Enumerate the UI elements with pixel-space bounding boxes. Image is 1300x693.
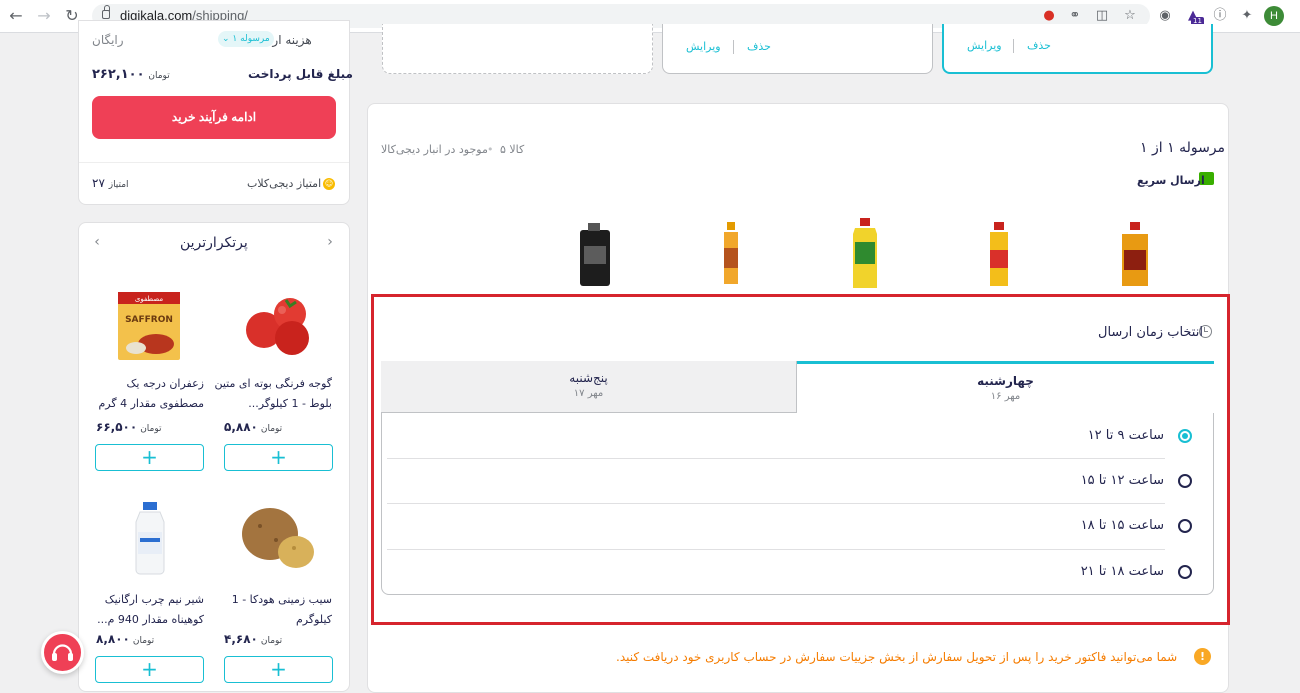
add-address-box[interactable] [382, 24, 653, 74]
tomato-image[interactable] [240, 292, 316, 358]
bookmark-star-icon[interactable]: ☆ [1121, 7, 1139, 25]
headset-icon [52, 644, 73, 661]
edit-address-link[interactable]: ویرایش [967, 39, 1002, 52]
plus-icon: + [141, 445, 158, 469]
product-price: تومان۵,۸۸۰ [224, 420, 283, 434]
frequent-products-title: پرتکرارترین [180, 235, 248, 251]
product-name[interactable]: زعفران درجه یک مصطفوی مقدار 4 گرم [84, 374, 204, 414]
support-chat-button[interactable] [41, 631, 84, 674]
link-divider [1013, 39, 1014, 53]
translate-icon[interactable]: ◫ [1093, 7, 1111, 25]
shipping-cost-value: رایگان [92, 33, 124, 47]
time-slot-option[interactable]: ساعت ۹ تا ۱۲ [382, 414, 1213, 459]
time-slot-label: ساعت ۹ تا ۱۲ [1087, 428, 1164, 443]
svg-text:SAFFRON: SAFFRON [125, 315, 173, 325]
add-to-cart-button[interactable]: + [224, 656, 333, 683]
club-points-label: امتیاز دیجی‌کلاب [247, 177, 322, 190]
summary-divider [79, 162, 349, 163]
lock-icon [102, 5, 110, 19]
forward-icon[interactable]: → [34, 6, 54, 26]
oil-jug-image[interactable] [1118, 222, 1152, 292]
add-to-cart-button[interactable]: + [95, 656, 204, 683]
invoice-note: شما می‌توانید فاکتور خرید را پس از تحویل… [616, 650, 1178, 664]
globe-icon[interactable]: ◉ [1156, 7, 1174, 25]
time-slot-option[interactable]: ساعت ۱۲ تا ۱۵ [382, 459, 1213, 504]
puzzle-icon[interactable]: ✦ [1238, 7, 1256, 25]
plus-icon: + [141, 657, 158, 681]
radio-selected-icon[interactable] [1178, 429, 1192, 443]
plus-icon: + [270, 445, 287, 469]
product-name[interactable]: سیب زمینی هودکا - 1 کیلوگرم [212, 590, 332, 630]
svg-text:مصطفوی: مصطفوی [135, 295, 163, 303]
shipment-title: مرسوله ۱ از ۱ [1140, 140, 1226, 156]
oil-bottle-image[interactable] [720, 222, 742, 292]
product-name[interactable]: شیر نیم چرب ارگانیک کوهیناه مقدار 940 م.… [84, 590, 204, 630]
time-slot-label: ساعت ۱۲ تا ۱۵ [1080, 473, 1164, 488]
delete-address-link[interactable]: حذف [747, 40, 771, 53]
payable-amount: تومان ۲۶۲,۱۰۰ [92, 67, 170, 82]
oil-bottle-image[interactable] [986, 222, 1012, 292]
tab-date-label: ۱۷ مهر [573, 388, 604, 399]
product-price: تومان۴,۶۸۰ [224, 632, 283, 646]
info-icon: ! [1194, 648, 1211, 665]
tab-wednesday[interactable]: چهارشنبه ۱۶ مهر [797, 361, 1214, 413]
dot-separator: • [487, 143, 494, 156]
edit-address-link[interactable]: ویرایش [686, 40, 721, 53]
back-icon[interactable]: ← [6, 6, 26, 26]
radio-icon[interactable] [1178, 519, 1192, 533]
chevron-right-icon[interactable]: › [323, 234, 337, 250]
tab-date-label: ۱۶ مهر [990, 391, 1021, 402]
product-price: تومان۸,۸۰۰ [96, 632, 155, 646]
item-count: ۵ کالا [500, 143, 525, 156]
club-points-value: امتیاز ۲۷ [92, 176, 129, 190]
club-smile-icon: ☺ [323, 178, 335, 190]
tab-day-label: چهارشنبه [977, 374, 1034, 388]
product-name[interactable]: گوجه فرنگی بوته ای متین بلوط - 1 کیلوگر.… [212, 374, 332, 414]
key-icon[interactable]: ⚭ [1066, 7, 1084, 25]
time-slot-label: ساعت ۱۸ تا ۲۱ [1080, 564, 1164, 579]
payable-label: مبلغ قابل پرداخت [248, 67, 353, 81]
shipment-count-badge[interactable]: ⌄ ۱ مرسوله [218, 31, 274, 47]
time-slot-label: ساعت ۱۵ تا ۱۸ [1080, 518, 1164, 533]
blocked-icon[interactable]: ● [1040, 7, 1058, 25]
radio-icon[interactable] [1178, 565, 1192, 579]
chevron-down-icon: ⌄ [222, 34, 230, 44]
milk-bottle-image[interactable] [132, 502, 168, 576]
oil-bottle-image[interactable] [850, 218, 880, 294]
time-slot-option[interactable]: ساعت ۱۵ تا ۱۸ [382, 504, 1213, 549]
saffron-image[interactable]: مصطفوی SAFFRON [116, 290, 182, 362]
potato-image[interactable] [238, 502, 318, 574]
stock-status: موجود در انبار دیجی‌کالا [381, 143, 488, 156]
radio-icon[interactable] [1178, 474, 1192, 488]
plus-icon: + [270, 657, 287, 681]
continue-checkout-button[interactable]: ادامه فرآیند خرید [92, 96, 336, 139]
profile-avatar[interactable]: H [1264, 6, 1284, 26]
tab-thursday[interactable]: پنج‌شنبه ۱۷ مهر [381, 361, 797, 413]
oil-can-image[interactable] [578, 222, 612, 292]
time-slot-option[interactable]: ساعت ۱۸ تا ۲۱ [382, 550, 1213, 595]
add-to-cart-button[interactable]: + [95, 444, 204, 471]
product-price: تومان۶۶,۵۰۰ [96, 420, 162, 434]
link-divider [733, 40, 734, 54]
delete-address-link[interactable]: حذف [1027, 39, 1051, 52]
tab-day-label: پنج‌شنبه [569, 371, 608, 385]
delivery-time-title: انتخاب زمان ارسال [1098, 325, 1203, 340]
add-to-cart-button[interactable]: + [224, 444, 333, 471]
fast-delivery-label: ارسال سریع [1137, 174, 1205, 187]
chevron-left-icon[interactable]: ‹ [90, 234, 104, 250]
info-extension-icon[interactable]: ⓘ [1211, 7, 1229, 25]
